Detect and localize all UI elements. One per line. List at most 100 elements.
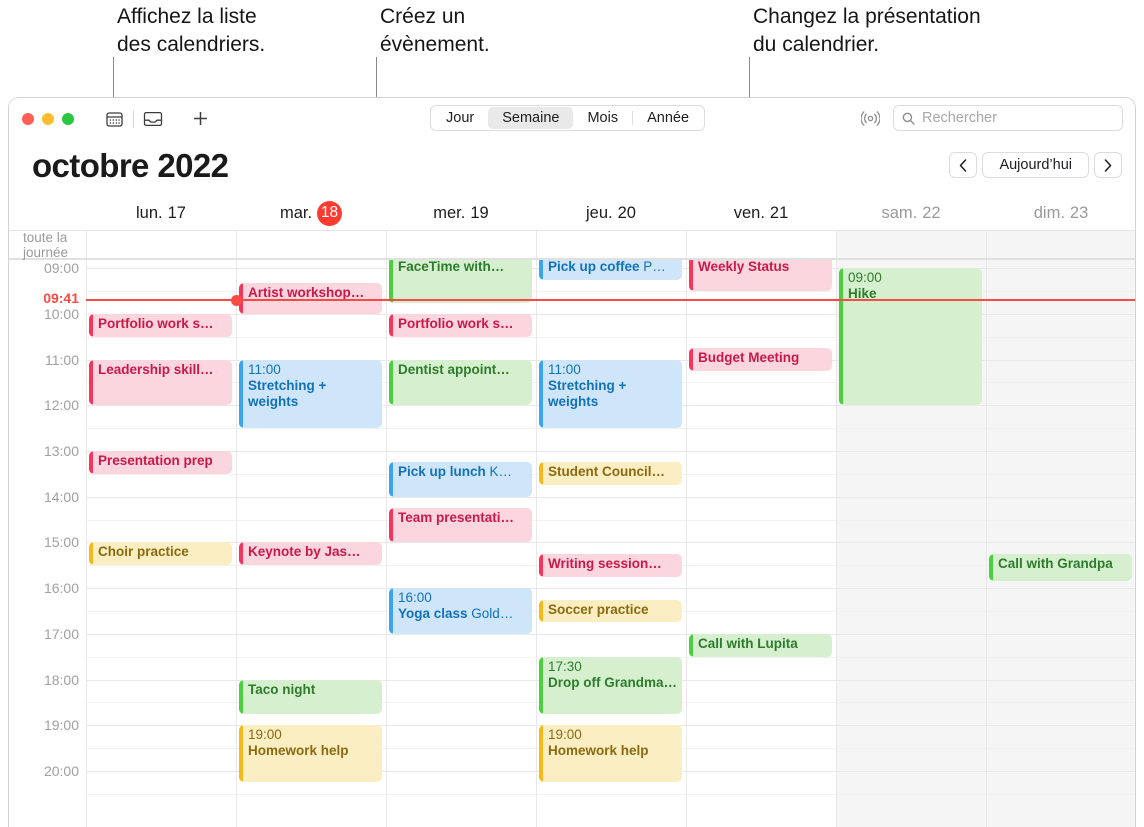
time-grid[interactable]: 09:00 10:00 11:00 12:00 13:00 14:00 15:00 16:00… [9,260,1135,827]
calendar-event[interactable]: Leadership skill… [89,359,232,406]
view-segmented-control[interactable]: Jour Semaine Mois Année [430,105,706,131]
event-color-bar [689,633,693,657]
day-name: lun. [136,203,163,222]
calendar-event[interactable]: 19:00 Homework help [539,725,682,783]
search-field[interactable]: Rechercher [893,105,1123,131]
calendar-event[interactable]: Portfolio work s… [389,313,532,337]
inbox-button[interactable] [138,106,168,132]
day-number: 21 [769,203,789,222]
add-event-button[interactable] [185,106,215,132]
day-header-sat[interactable]: sam. 22 [836,196,986,230]
share-location-button[interactable] [857,105,883,131]
event-title: Yoga class Gold… [398,606,514,622]
event-time: 11:00 [548,361,581,377]
day-header-fri[interactable]: ven. 21 [686,196,836,230]
all-day-cell-wed[interactable] [386,231,536,258]
day-header-wed[interactable]: mer. 19 [386,196,536,230]
calendar-event[interactable]: 09:00 Hike [839,268,982,406]
calendar-event[interactable]: Presentation prep [89,451,232,474]
calendar-event[interactable]: Choir practice [89,542,232,566]
event-color-bar [389,462,393,497]
day-header-thu[interactable]: jeu. 20 [536,196,686,230]
all-day-cell-thu[interactable] [536,231,686,258]
view-tab-jour[interactable]: Jour [432,107,488,129]
hour-line [86,451,1135,453]
all-day-cell-tue[interactable] [236,231,386,258]
plus-icon [193,112,207,125]
event-time: 19:00 [248,727,282,743]
zoom-button[interactable] [62,112,74,125]
calendar-event[interactable]: Weekly Status [689,260,832,292]
next-week-button[interactable] [1094,152,1122,178]
event-location: K… [485,464,513,480]
calendar-event[interactable]: Pick up coffee P… [539,260,682,280]
day-name: sam. [881,203,918,222]
calendar-header: octobre 2022 Aujourd’hui [9,139,1135,196]
day-name: jeu. [586,203,613,222]
calendar-event[interactable]: Taco night [239,679,382,714]
event-time: 09:00 [848,270,882,286]
event-color-bar [539,359,543,429]
today-button[interactable]: Aujourd’hui [982,152,1089,178]
event-color-bar [539,462,543,486]
search-placeholder: Rechercher [922,110,997,126]
view-tab-semaine[interactable]: Semaine [488,107,574,129]
calendar-event[interactable]: Team presentati… [389,508,532,543]
all-day-cell-sun[interactable] [986,231,1135,258]
calendar-event[interactable]: Call with Grandpa [989,553,1132,581]
calendar-event[interactable]: 17:30 Drop off Grandma… [539,656,682,714]
calendar-event[interactable]: Dentist appoint… [389,359,532,406]
half-hour-line [86,428,1135,430]
view-tab-mois[interactable]: Mois [573,107,632,129]
calendar-event[interactable]: Keynote by Jas… [239,542,382,566]
event-title: Budget Meeting [698,350,800,366]
previous-week-button[interactable] [949,152,978,178]
minimize-button[interactable] [42,112,54,125]
event-time: 17:30 [548,658,582,674]
day-number: 20 [617,203,636,222]
event-title: Presentation prep [98,453,213,469]
calendar-event[interactable]: Soccer practice [539,599,682,623]
calendar-event[interactable]: Writing session… [539,553,682,577]
toolbar-left-icons [99,106,215,132]
hour-line [86,588,1135,590]
all-day-cell-fri[interactable] [686,231,836,258]
calendar-event[interactable]: Portfolio work s… [89,313,232,337]
view-tab-annee[interactable]: Année [633,107,703,129]
hour-label: 17:00 [43,625,79,642]
callout-change-view: Changez la présentation du calendrier. [753,5,981,56]
current-time-label: 09:41 [43,290,79,307]
close-button[interactable] [22,112,34,125]
hour-line [86,633,1135,635]
calendar-list-button[interactable] [99,106,129,132]
calendar-event[interactable]: 16:00 Yoga class Gold… [389,588,532,634]
calendar-event[interactable]: Pick up lunch K… [389,462,532,497]
event-title: Pick up coffee P… [548,260,666,274]
calendar-event[interactable]: 11:00 Stretching + weights [539,359,682,429]
calendar-event[interactable]: 19:00 Homework help [239,725,382,783]
event-color-bar [539,725,543,783]
day-header-sun[interactable]: dim. 23 [986,196,1135,230]
calendar-event[interactable]: Budget Meeting [689,348,832,372]
hour-label: 14:00 [43,488,79,505]
calendar-event[interactable]: 11:00 Stretching + weights [239,359,382,429]
event-color-bar [539,599,543,623]
column-divider [236,260,237,827]
calendar-event[interactable]: Student Council… [539,462,682,486]
day-header-mon[interactable]: lun. 17 [86,196,236,230]
search-icon [902,112,915,125]
event-location: Gold… [467,606,514,622]
all-day-cell-mon[interactable] [86,231,236,258]
calendar-event[interactable]: FaceTime with… [389,260,532,303]
day-header-tue[interactable]: mar. 18 [236,196,386,230]
all-day-cell-sat[interactable] [836,231,986,258]
calendar-icon [105,111,123,127]
today-badge: 18 [317,200,343,226]
event-title: Stretching + weights [548,377,627,409]
column-divider [386,260,387,827]
toolbar: Jour Semaine Mois Année Rechercher [9,98,1135,139]
event-title: Portfolio work s… [398,315,514,331]
calendar-event[interactable]: Call with Lupita [689,633,832,657]
hour-label: 11:00 [45,351,79,368]
day-header-row: lun. 17 mar. 18 mer. 19 jeu. 20 ven. 21 … [9,196,1135,230]
